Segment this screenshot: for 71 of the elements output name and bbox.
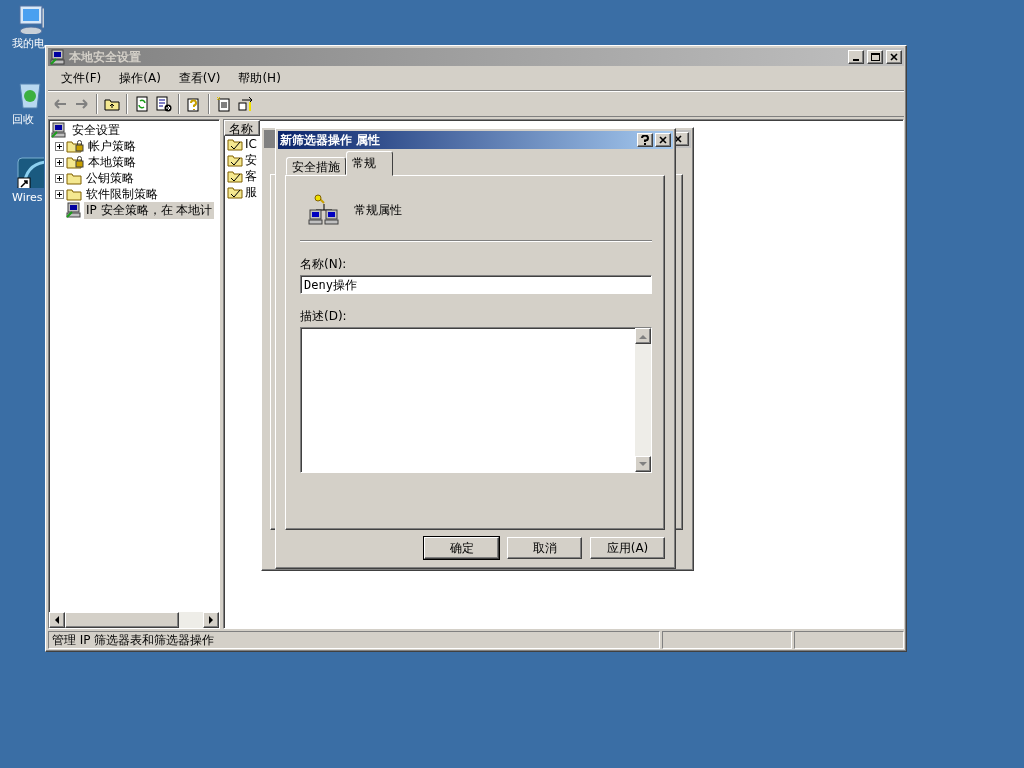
- computer-icon[interactable]: [16, 4, 44, 34]
- minimize-button[interactable]: [848, 50, 864, 64]
- filter-action-icon: [227, 153, 243, 167]
- menu-item[interactable]: 帮助(H): [229, 69, 290, 87]
- expand-icon[interactable]: [55, 157, 64, 167]
- app-icon: [50, 49, 66, 65]
- maximize-icon: [870, 53, 880, 61]
- shortcut-icon[interactable]: [16, 156, 44, 188]
- tree-item[interactable]: 公钥策略: [84, 169, 136, 187]
- list-item[interactable]: 服: [245, 183, 257, 201]
- close-icon: [889, 53, 899, 61]
- filter-action-icon: [227, 169, 243, 183]
- folder-icon: [66, 187, 82, 201]
- expand-icon[interactable]: [55, 141, 64, 151]
- close-button[interactable]: [886, 50, 902, 64]
- dialog-title: 新筛选器操作 属性: [280, 131, 382, 149]
- up-arrow-icon[interactable]: [639, 333, 647, 339]
- tree-item[interactable]: 软件限制策略: [84, 185, 160, 203]
- locked-folder-icon: [66, 155, 84, 169]
- tab[interactable]: 安全措施: [286, 157, 346, 175]
- dialog-button[interactable]: 确定: [424, 537, 499, 559]
- close-button[interactable]: [655, 133, 671, 147]
- help-icon[interactable]: [186, 96, 202, 112]
- tab[interactable]: 常规: [346, 151, 393, 176]
- name-field[interactable]: Deny操作: [300, 275, 652, 294]
- tree-item[interactable]: IP 安全策略，在 本地计: [84, 201, 215, 219]
- dialog-button[interactable]: 应用(A): [590, 537, 665, 559]
- import-arrow-icon[interactable]: [238, 96, 254, 112]
- list-item[interactable]: 客: [245, 167, 257, 185]
- field-label: 名称(N):: [300, 256, 348, 273]
- filter-action-icon: [227, 137, 243, 151]
- folder-icon: [66, 171, 82, 185]
- column-header[interactable]: 名称: [224, 120, 260, 136]
- tree-item[interactable]: 本地策略: [86, 153, 138, 171]
- menu-item[interactable]: 查看(V): [169, 69, 230, 87]
- desktop-icon-label[interactable]: Wires: [12, 191, 43, 204]
- close-icon: [674, 135, 682, 143]
- section-heading: 常规属性: [354, 201, 402, 219]
- desktop-icon-label[interactable]: 回收: [12, 113, 34, 126]
- down-arrow-icon[interactable]: [639, 461, 647, 467]
- refresh-icon[interactable]: [134, 96, 150, 112]
- computer-icon: [66, 202, 82, 218]
- close-icon: [659, 136, 667, 144]
- help-button[interactable]: [637, 133, 653, 147]
- menu-item[interactable]: 操作(A): [110, 69, 170, 87]
- recycle-bin-icon[interactable]: [16, 80, 44, 110]
- left-arrow-icon[interactable]: [54, 616, 60, 624]
- window-title: 本地安全设置: [69, 48, 142, 66]
- tree-item[interactable]: 安全设置: [70, 121, 122, 139]
- maximize-button[interactable]: [867, 50, 883, 64]
- horizontal-scrollbar[interactable]: [49, 612, 219, 628]
- security-icon: [51, 122, 67, 138]
- list-item[interactable]: 安: [245, 151, 257, 169]
- help-icon: [641, 135, 649, 145]
- expand-icon[interactable]: [55, 173, 64, 183]
- networked-computers-icon: [308, 194, 340, 226]
- right-arrow-icon[interactable]: [208, 616, 214, 624]
- field-label: 描述(D):: [300, 308, 348, 325]
- description-field[interactable]: [300, 327, 652, 473]
- expand-icon[interactable]: [55, 189, 64, 199]
- dialog-button[interactable]: 取消: [507, 537, 582, 559]
- desktop-icon-label[interactable]: 我的电: [12, 37, 45, 50]
- list-item[interactable]: IC: [245, 137, 257, 151]
- locked-folder-icon: [66, 139, 84, 153]
- export-list-icon[interactable]: [156, 96, 172, 112]
- filter-action-icon: [227, 185, 243, 199]
- up-folder-icon[interactable]: [104, 96, 120, 112]
- new-document-icon[interactable]: [216, 96, 232, 112]
- status-text: 管理 IP 筛选器表和筛选器操作: [48, 631, 660, 649]
- menu-item[interactable]: 文件(F): [52, 69, 111, 87]
- tree-item[interactable]: 帐户策略: [86, 137, 138, 155]
